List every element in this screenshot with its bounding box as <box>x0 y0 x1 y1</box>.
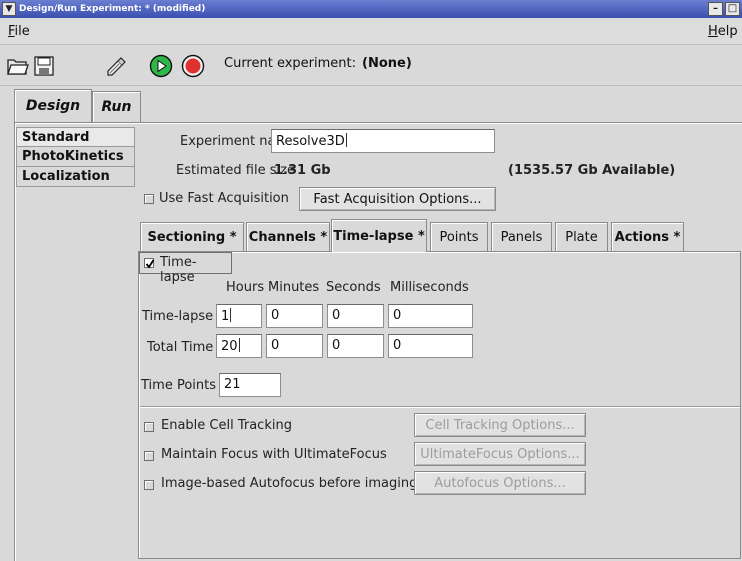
interval-hours-value: 1 <box>221 309 230 324</box>
interval-milliseconds-input[interactable]: 0 <box>388 304 473 328</box>
time-lapse-enable-label: Time-lapse <box>160 255 197 285</box>
play-icon[interactable] <box>148 53 174 79</box>
toolbar: Current experiment: (None) <box>0 46 742 86</box>
available-space: (1535.57 Gb Available) <box>508 163 676 178</box>
tab-plate[interactable]: Plate <box>555 222 608 251</box>
interval-hours-input[interactable]: 1 <box>216 304 262 328</box>
total-time-row-label: Total Time <box>147 340 214 355</box>
tab-run[interactable]: Run <box>92 91 141 122</box>
menu-bar: File Help <box>0 18 742 45</box>
ultimate-focus-options-button[interactable]: UltimateFocus Options... <box>414 442 586 466</box>
experiment-name-input[interactable]: Resolve3D <box>271 129 495 153</box>
menu-help[interactable]: Help <box>708 24 738 39</box>
col-header-hours: Hours <box>226 280 265 295</box>
interval-row-label: Time-lapse <box>142 309 214 324</box>
window-menu-icon[interactable]: ▼ <box>2 2 16 16</box>
text-caret <box>230 308 232 322</box>
stop-record-icon[interactable] <box>180 53 206 79</box>
tab-design[interactable]: Design <box>14 89 92 122</box>
time-lapse-checkbox-group[interactable]: Time-lapse <box>139 252 232 285</box>
interval-seconds-input[interactable]: 0 <box>327 304 384 328</box>
sidebar-item-standard[interactable]: Standard <box>16 127 135 147</box>
sidebar-item-localization[interactable]: Localization <box>16 167 135 187</box>
time-points-label: Time Points <box>141 378 216 393</box>
save-icon[interactable] <box>31 53 57 79</box>
tab-actions[interactable]: Actions * <box>611 222 684 251</box>
time-lapse-panel <box>138 251 741 559</box>
time-lapse-checkbox[interactable] <box>144 258 155 269</box>
cell-tracking-options-button[interactable]: Cell Tracking Options... <box>414 413 586 437</box>
tab-panels[interactable]: Panels <box>491 222 552 251</box>
menu-file[interactable]: File <box>8 24 30 39</box>
autofocus-options-button[interactable]: Autofocus Options... <box>414 471 586 495</box>
col-header-seconds: Seconds <box>326 280 381 295</box>
fast-acquisition-label: Use Fast Acquisition <box>159 191 289 206</box>
text-caret <box>238 338 240 352</box>
window-title: Design/Run Experiment: * (modified) <box>19 4 206 14</box>
current-experiment-label: Current experiment: <box>224 56 357 71</box>
ultimate-focus-label: Maintain Focus with UltimateFocus <box>161 447 387 462</box>
tab-channels[interactable]: Channels * <box>246 222 330 251</box>
maximize-icon[interactable]: □ <box>725 2 740 16</box>
checkmark-icon <box>145 259 155 269</box>
edit-pencil-icon[interactable] <box>103 53 129 79</box>
total-minutes-input[interactable]: 0 <box>266 334 323 358</box>
file-size-value: 1.31 Gb <box>274 163 331 178</box>
tab-time-lapse[interactable]: Time-lapse * <box>331 219 427 252</box>
current-experiment: Current experiment: (None) <box>224 56 412 71</box>
cell-tracking-checkbox[interactable] <box>144 422 154 432</box>
fast-acquisition-checkbox[interactable] <box>144 194 154 204</box>
title-bar: ▼ Design/Run Experiment: * (modified) – … <box>0 0 742 18</box>
sidebar-item-photokinetics[interactable]: PhotoKinetics <box>16 147 135 167</box>
text-caret <box>345 133 347 147</box>
col-header-minutes: Minutes <box>268 280 320 295</box>
open-folder-icon[interactable] <box>5 53 31 79</box>
autofocus-checkbox[interactable] <box>144 480 154 490</box>
autofocus-label: Image-based Autofocus before imaging <box>161 476 418 491</box>
sidebar: Standard PhotoKinetics Localization <box>16 127 135 187</box>
minimize-icon[interactable]: – <box>708 2 723 16</box>
total-hours-value: 20 <box>221 339 238 354</box>
total-hours-input[interactable]: 20 <box>216 334 262 358</box>
fast-acquisition-options-button[interactable]: Fast Acquisition Options... <box>299 187 496 211</box>
total-seconds-input[interactable]: 0 <box>327 334 384 358</box>
current-experiment-value: (None) <box>362 56 412 71</box>
section-divider <box>140 406 740 408</box>
total-milliseconds-input[interactable]: 0 <box>388 334 473 358</box>
col-header-milliseconds: Milliseconds <box>390 280 469 295</box>
tab-points[interactable]: Points <box>430 222 488 251</box>
cell-tracking-label: Enable Cell Tracking <box>161 418 292 433</box>
ultimate-focus-checkbox[interactable] <box>144 451 154 461</box>
experiment-name-value: Resolve3D <box>276 134 345 149</box>
time-points-input[interactable]: 21 <box>219 373 281 397</box>
tab-sectioning[interactable]: Sectioning * <box>140 222 244 251</box>
interval-minutes-input[interactable]: 0 <box>266 304 323 328</box>
